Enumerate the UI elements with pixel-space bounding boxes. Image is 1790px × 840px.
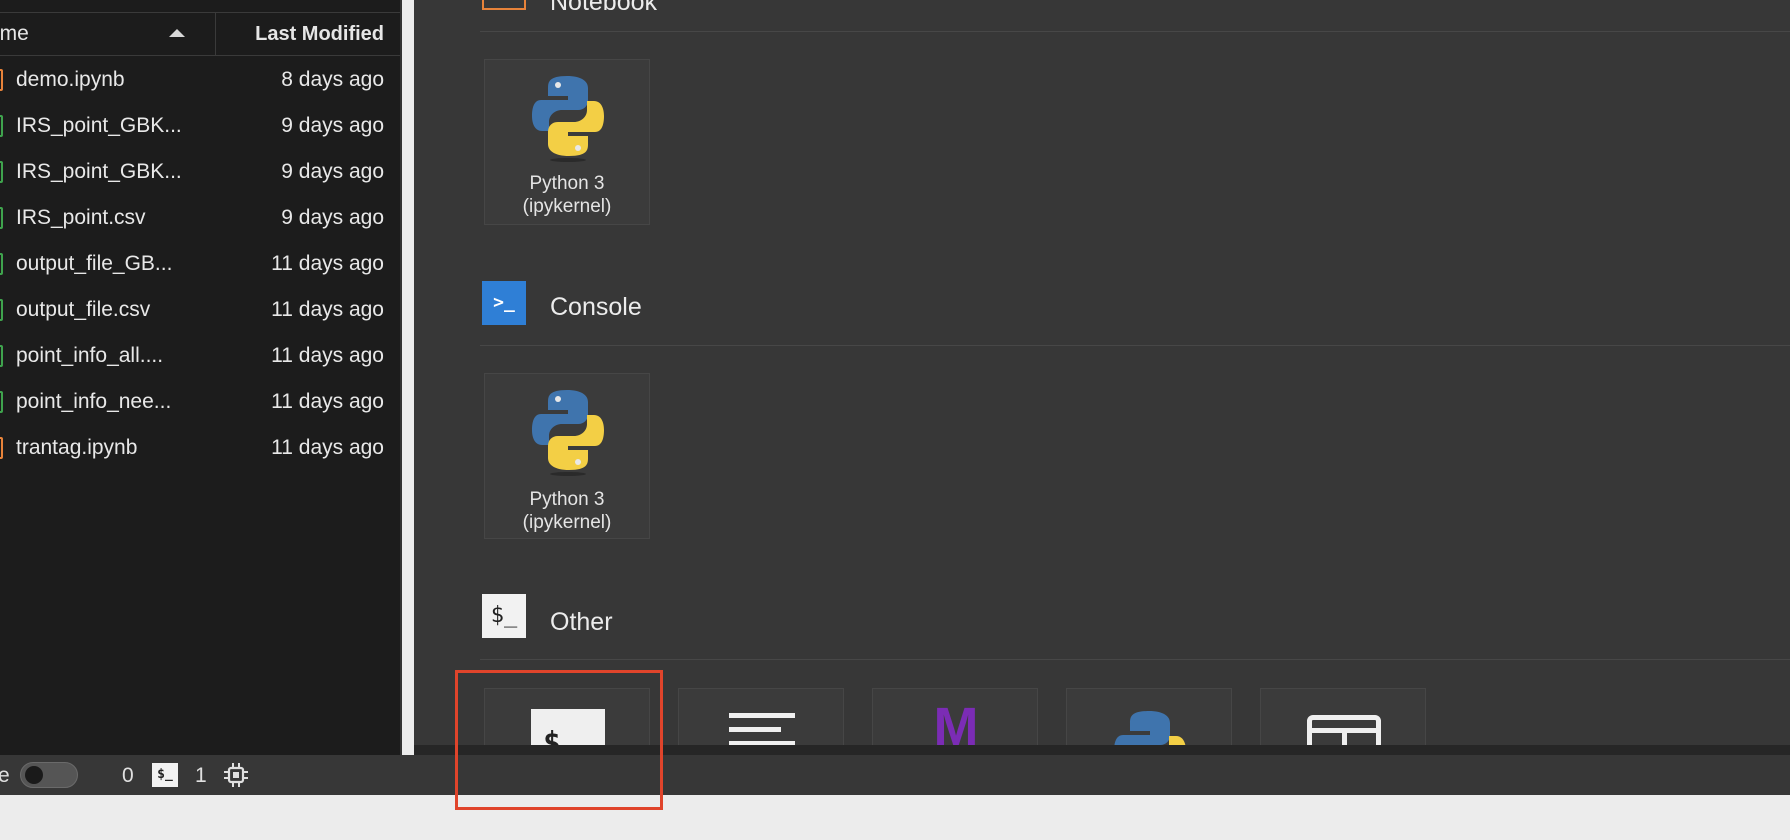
markdown-icon: M <box>923 697 989 745</box>
terminal-count[interactable]: 1 <box>195 764 207 788</box>
name-column-label: ame <box>0 22 29 45</box>
file-last-modified: 9 days ago <box>281 160 384 183</box>
file-list: demo.ipynb 8 days ago IRS_point_GBK... 9 da… <box>0 57 400 471</box>
file-row[interactable]: trantag.ipynb 11 days ago <box>0 425 400 471</box>
file-name: point_info_all.... <box>16 344 164 367</box>
file-browser-panel: ame Last Modified demo.ipynb 8 days ago IR… <box>0 0 402 755</box>
kernel-label: Python 3 (ipykernel) <box>522 489 612 533</box>
other-section-title: Other <box>550 608 613 636</box>
file-row[interactable]: demo.ipynb 8 days ago <box>0 57 400 103</box>
kernel-count[interactable]: 0 <box>122 764 134 788</box>
terminal-status-glyph: $_ <box>157 767 173 782</box>
console-icon-glyph: >_ <box>493 292 515 313</box>
file-name: demo.ipynb <box>16 68 125 91</box>
file-last-modified: 11 days ago <box>271 436 384 459</box>
file-last-modified: 11 days ago <box>271 390 384 413</box>
python-logo-icon <box>532 76 604 162</box>
text-file-icon <box>729 713 795 745</box>
terminal-status-icon[interactable]: $_ <box>152 763 178 787</box>
file-name: IRS_point_GBK... <box>16 160 182 183</box>
text-file-launcher-card[interactable] <box>678 688 844 745</box>
kernel-label: Python 3 (ipykernel) <box>522 173 612 217</box>
notebook-file-icon <box>0 69 3 91</box>
file-list-header: ame Last Modified <box>0 12 400 56</box>
file-row[interactable]: output_file.csv 11 days ago <box>0 287 400 333</box>
console-python3-kernel-card[interactable]: Python 3 (ipykernel) <box>484 373 650 539</box>
file-name: output_file.csv <box>16 298 151 321</box>
file-row[interactable]: IRS_point_GBK... 9 days ago <box>0 103 400 149</box>
name-column-header[interactable]: ame <box>0 13 216 55</box>
file-name: IRS_point_GBK... <box>16 114 182 137</box>
section-divider <box>480 345 1790 346</box>
last-modified-column-header[interactable]: Last Modified <box>216 13 384 55</box>
file-name: output_file_GB... <box>16 252 173 275</box>
highlight-box <box>455 670 663 810</box>
notebook-python3-kernel-card[interactable]: Python 3 (ipykernel) <box>484 59 650 225</box>
markdown-icon-glyph: M <box>933 697 979 745</box>
csv-file-icon <box>0 161 3 183</box>
simple-mode-label: e <box>0 764 10 787</box>
file-row[interactable]: IRS_point.csv 9 days ago <box>0 195 400 241</box>
status-bar: e 0 $_ 1 <box>0 755 1790 795</box>
file-row[interactable]: point_info_nee... 11 days ago <box>0 379 400 425</box>
file-last-modified: 11 days ago <box>271 252 384 275</box>
file-name: trantag.ipynb <box>16 436 138 459</box>
csv-file-icon <box>0 115 3 137</box>
launcher-panel: Notebook Python 3 (ipykernel) >_ Console… <box>414 0 1790 745</box>
file-last-modified: 11 days ago <box>271 344 384 367</box>
notebook-section-icon <box>482 0 526 10</box>
file-last-modified: 9 days ago <box>281 206 384 229</box>
csv-file-icon <box>0 253 3 275</box>
csv-file-icon <box>0 391 3 413</box>
python-file-launcher-card[interactable] <box>1066 688 1232 745</box>
simple-mode-toggle[interactable] <box>20 762 78 788</box>
csv-file-icon <box>0 345 3 367</box>
file-row[interactable]: IRS_point_GBK... 9 days ago <box>0 149 400 195</box>
console-section-icon: >_ <box>482 281 526 325</box>
section-divider <box>480 659 1790 660</box>
python-icon <box>1114 711 1186 745</box>
csv-file-icon <box>0 299 3 321</box>
file-name: point_info_nee... <box>16 390 172 413</box>
contextual-help-launcher-card[interactable] <box>1260 688 1426 745</box>
file-last-modified: 9 days ago <box>281 114 384 137</box>
file-last-modified: 11 days ago <box>271 298 384 321</box>
section-divider <box>480 31 1790 32</box>
file-name: IRS_point.csv <box>16 206 146 229</box>
notebook-section-title: Notebook <box>550 0 658 16</box>
file-row[interactable]: point_info_all.... 11 days ago <box>0 333 400 379</box>
cpu-chip-icon[interactable] <box>223 762 249 788</box>
file-row[interactable]: output_file_GB... 11 days ago <box>0 241 400 287</box>
console-section-title: Console <box>550 293 642 321</box>
notebook-file-icon <box>0 437 3 459</box>
python-logo-icon <box>532 390 604 476</box>
terminal-glyph: $_ <box>490 603 518 628</box>
help-icon <box>1307 715 1381 745</box>
sort-ascending-icon[interactable] <box>169 29 185 37</box>
toggle-knob <box>25 766 43 784</box>
other-section-icon: $_ <box>482 594 526 638</box>
markdown-file-launcher-card[interactable]: M <box>872 688 1038 745</box>
csv-file-icon <box>0 207 3 229</box>
file-last-modified: 8 days ago <box>281 68 384 91</box>
